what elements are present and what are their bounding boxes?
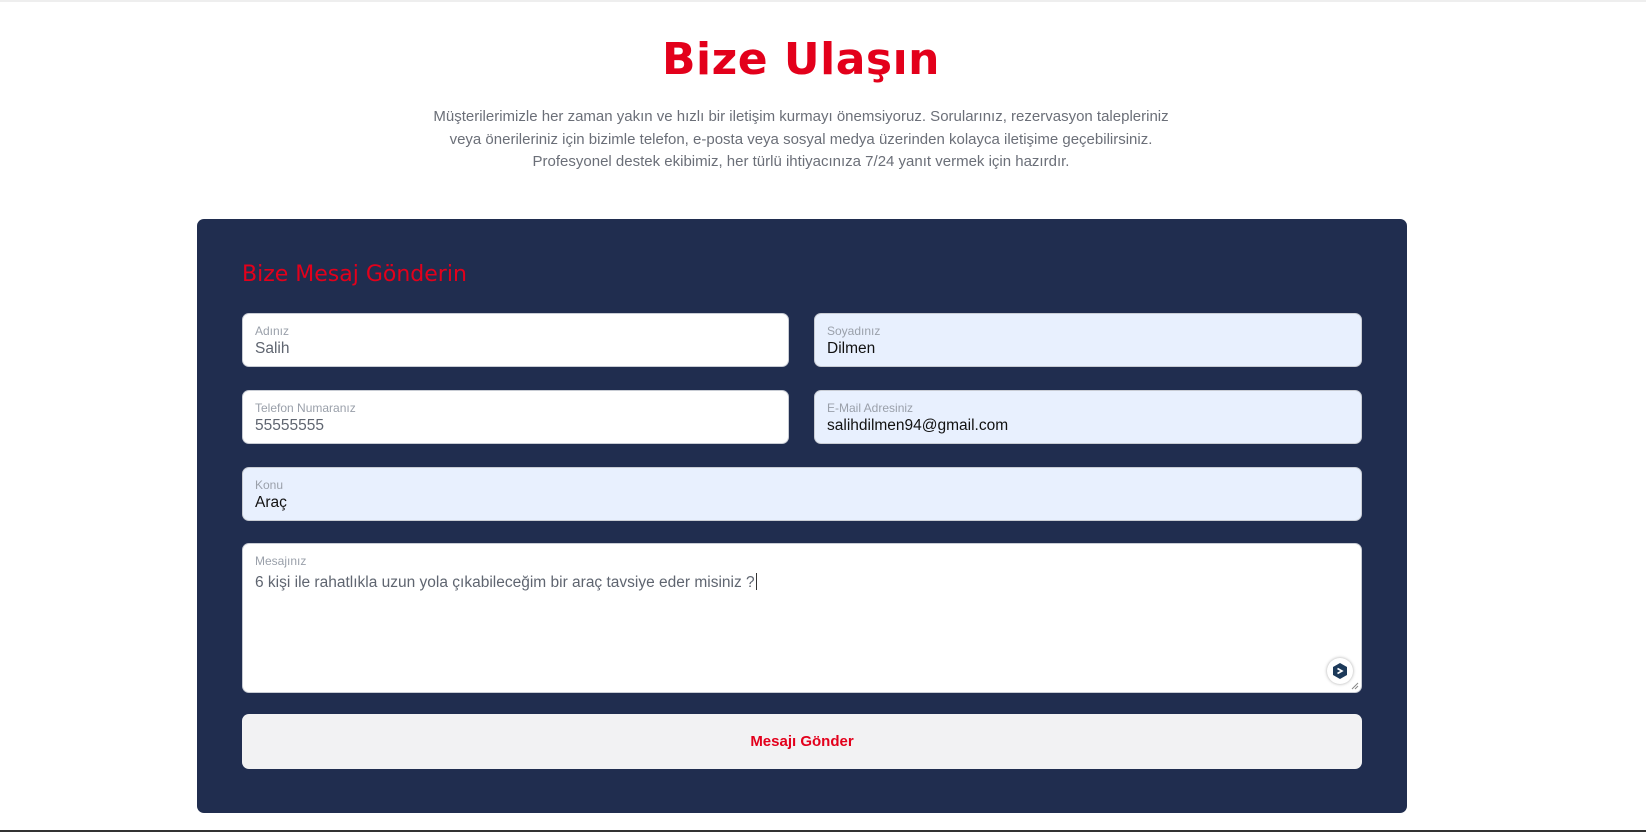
writing-assistant-icon[interactable] xyxy=(1327,658,1353,684)
phone-field[interactable]: Telefon Numaranız 55555555 xyxy=(242,390,789,444)
send-message-button[interactable]: Mesajı Gönder xyxy=(242,714,1362,769)
email-field[interactable]: E-Mail Adresiniz salihdilmen94@gmail.com xyxy=(814,390,1362,444)
last-name-field[interactable]: Soyadınız Dilmen xyxy=(814,313,1362,367)
message-textarea[interactable]: Mesajınız 6 kişi ile rahatlıkla uzun yol… xyxy=(242,543,1362,693)
first-name-value: Salih xyxy=(255,340,290,357)
form-title: Bize Mesaj Gönderin xyxy=(242,262,467,287)
subject-field[interactable]: Konu Araç xyxy=(242,467,1362,521)
intro-line: Müşterilerimizle her zaman yakın ve hızl… xyxy=(433,108,1169,125)
email-value: salihdilmen94@gmail.com xyxy=(827,417,1009,434)
contact-form-card: Bize Mesaj Gönderin Adınız Salih Soyadın… xyxy=(197,219,1407,813)
email-label: E-Mail Adresiniz xyxy=(827,401,914,415)
page-title: Bize Ulaşın xyxy=(662,34,940,85)
first-name-label: Adınız xyxy=(255,324,290,338)
intro-line: veya önerileriniz için bizimle telefon, … xyxy=(449,130,1153,148)
last-name-label: Soyadınız xyxy=(827,324,881,338)
subject-label: Konu xyxy=(255,478,284,492)
top-divider xyxy=(0,0,1646,2)
message-value: 6 kişi ile rahatlıkla uzun yola çıkabile… xyxy=(255,573,757,592)
first-name-field[interactable]: Adınız Salih xyxy=(242,313,789,367)
phone-label: Telefon Numaranız xyxy=(255,401,356,415)
message-text: 6 kişi ile rahatlıkla uzun yola çıkabile… xyxy=(255,574,755,591)
subject-value: Araç xyxy=(255,494,287,511)
intro-text: Müşterilerimizle her zaman yakın ve hızl… xyxy=(431,106,1171,174)
resize-handle-icon[interactable] xyxy=(1351,682,1359,690)
phone-value: 55555555 xyxy=(255,417,324,434)
text-cursor xyxy=(755,573,757,590)
last-name-value: Dilmen xyxy=(827,340,876,357)
intro-line: Profesyonel destek ekibimiz, her türlü i… xyxy=(532,153,1070,170)
assistant-glyph xyxy=(1333,663,1347,679)
message-label: Mesajınız xyxy=(255,554,307,568)
